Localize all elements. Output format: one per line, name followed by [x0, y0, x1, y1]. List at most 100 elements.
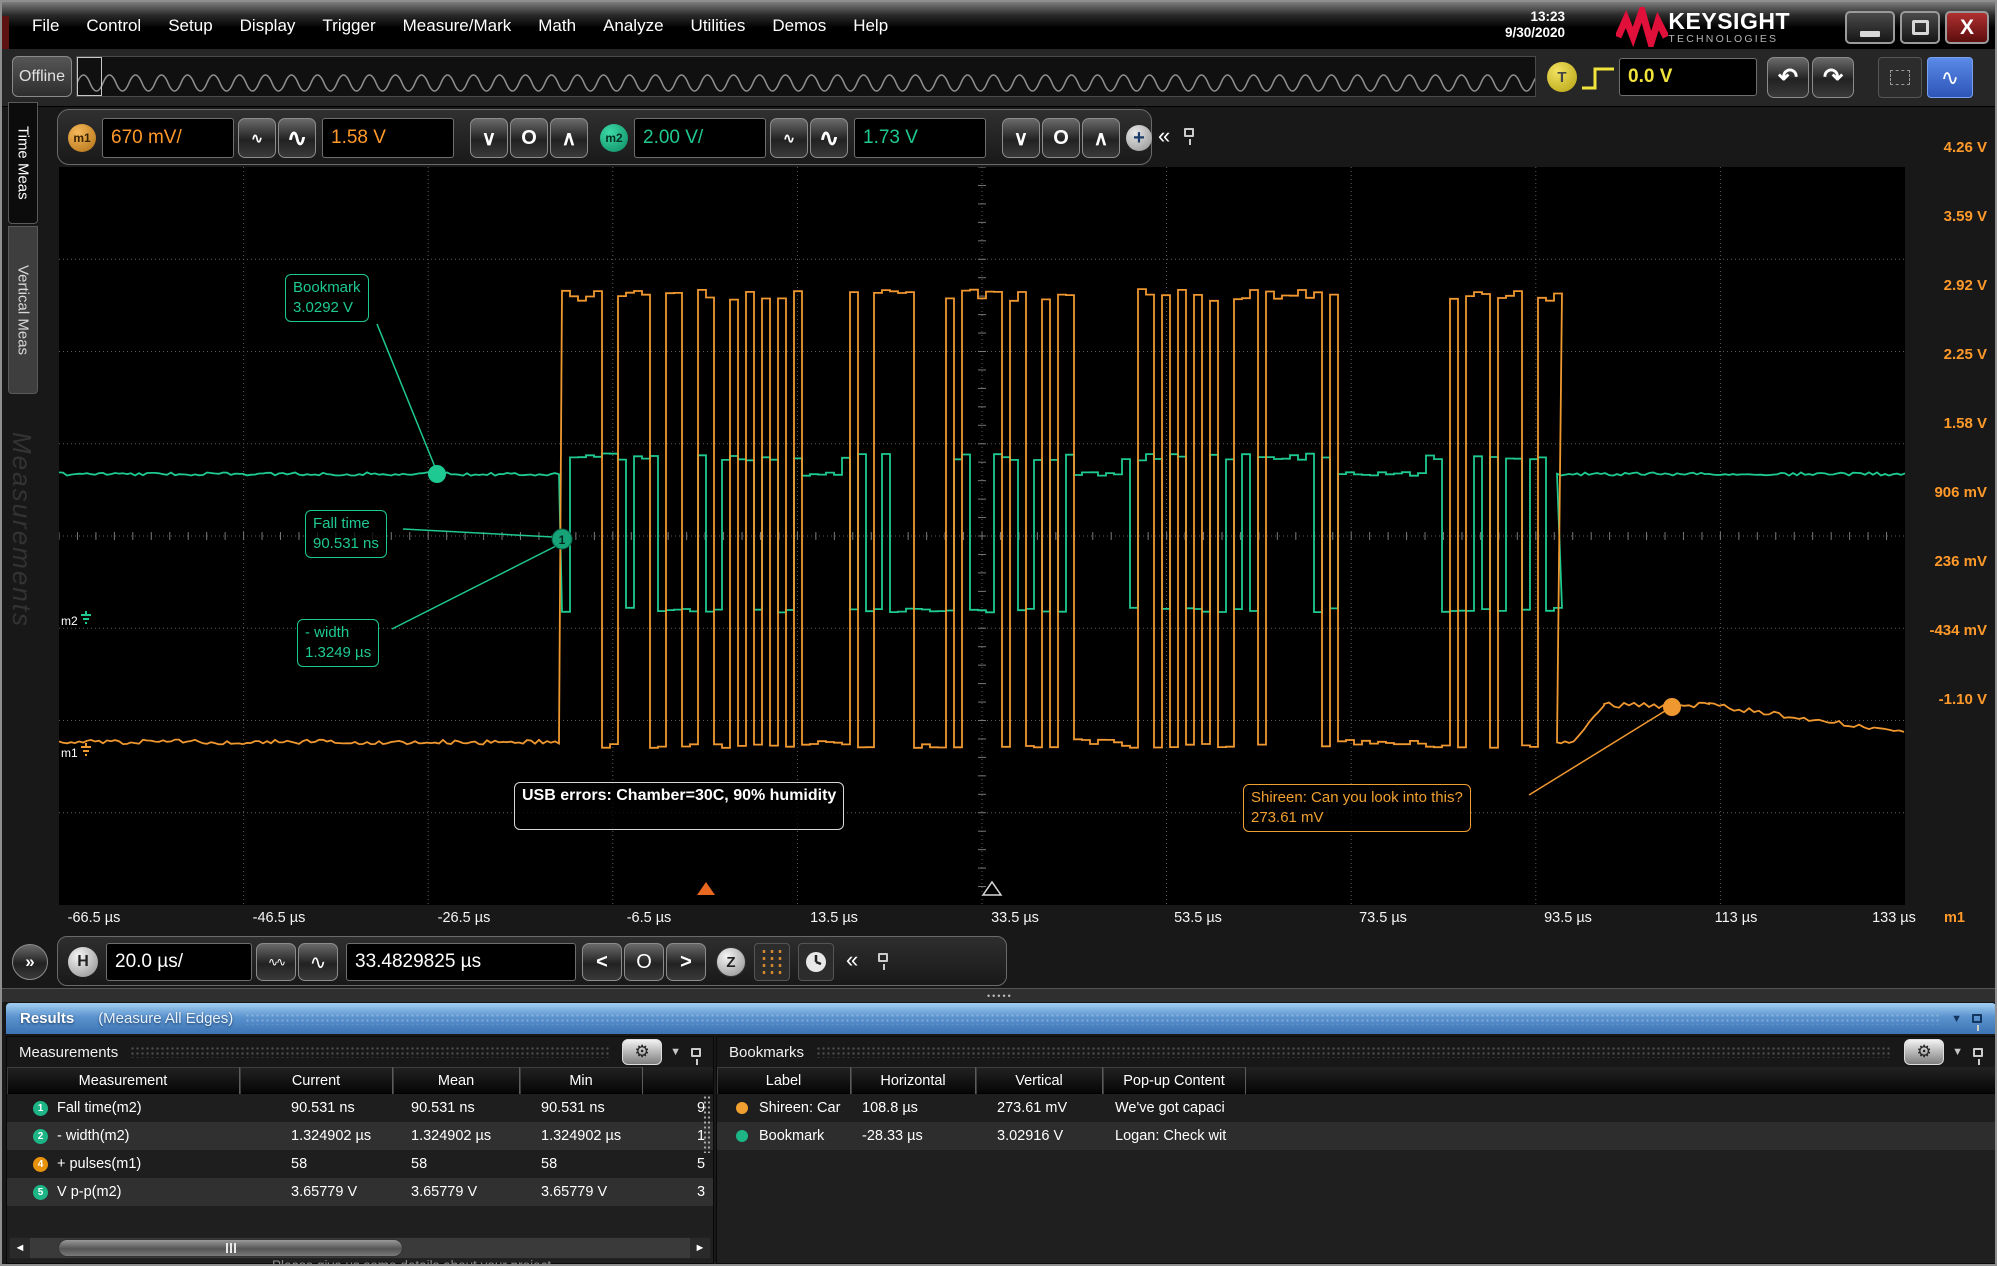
m2-scale-up-button[interactable]: ∿ — [810, 118, 848, 158]
m2-offset-up-button[interactable]: ∧ — [1082, 118, 1120, 158]
scroll-right-icon[interactable]: ► — [690, 1238, 710, 1258]
menu-setup[interactable]: Setup — [168, 16, 212, 36]
fall-time-annotation[interactable]: Fall time 90.531 ns — [305, 510, 387, 558]
rising-edge-icon[interactable] — [1581, 65, 1615, 91]
shireen-annotation[interactable]: Shireen: Can you look into this? 273.61 … — [1243, 784, 1471, 832]
acquire-time-button[interactable] — [798, 943, 834, 981]
offline-button[interactable]: Offline — [12, 56, 72, 97]
pan-left-button[interactable]: < — [582, 943, 622, 981]
add-channel-button[interactable]: + — [1126, 125, 1152, 151]
tab-time-meas[interactable]: Time Meas — [8, 102, 38, 224]
panel-splitter[interactable]: ••••• — [2, 988, 1995, 1002]
pin-icon[interactable] — [1972, 1014, 1982, 1023]
m2-scale-field[interactable]: 2.00 V/ — [634, 118, 766, 158]
column-header[interactable]: Min — [520, 1067, 643, 1094]
waveform-navigate-button[interactable]: ∿ — [1927, 57, 1973, 98]
pan-zero-button[interactable]: O — [624, 943, 664, 981]
measurement-name: V p-p(m2) — [57, 1178, 121, 1206]
close-button[interactable]: X — [1945, 11, 1989, 44]
timebase-scale-field[interactable]: 20.0 µs/ — [106, 943, 252, 981]
column-header[interactable]: Vertical — [976, 1067, 1103, 1094]
dropdown-icon[interactable]: ▼ — [1951, 1013, 1962, 1025]
trigger-time-marker — [983, 882, 1001, 895]
bookmark-color-dot — [736, 1094, 748, 1122]
expand-panel-button[interactable]: » — [12, 944, 48, 980]
m1-offset-up-button[interactable]: ∧ — [550, 118, 588, 158]
table-row[interactable]: 4+ pulses(m1)5858585 — [7, 1150, 713, 1178]
menu-math[interactable]: Math — [538, 16, 576, 36]
waveform-preview-strip[interactable] — [76, 56, 1536, 97]
column-header[interactable]: Mean — [393, 1067, 520, 1094]
scroll-left-icon[interactable]: ◄ — [10, 1238, 30, 1258]
maximize-button[interactable] — [1900, 11, 1940, 44]
timebase-compress-button[interactable]: ∿∿ — [256, 943, 296, 981]
m1-scale-down-button[interactable]: ∿ — [238, 118, 276, 158]
collapse-icon[interactable]: « — [846, 947, 858, 973]
bookmarks-panel-header[interactable]: Bookmarks ⚙ ▼ — [717, 1037, 1995, 1067]
results-header[interactable]: Results (Measure All Edges) ▼ — [6, 1003, 1996, 1034]
column-header[interactable]: Pop-up Content — [1103, 1067, 1246, 1094]
m2-offset-field[interactable]: 1.73 V — [854, 118, 986, 158]
m2-offset-down-button[interactable]: ∨ — [1002, 118, 1040, 158]
table-row[interactable]: 2- width(m2)1.324902 µs1.324902 µs1.3249… — [7, 1122, 713, 1150]
pin-icon[interactable] — [1184, 128, 1194, 137]
neg-width-annotation[interactable]: - width 1.3249 µs — [297, 619, 379, 667]
dropdown-icon[interactable]: ▼ — [670, 1046, 681, 1058]
measurements-scrollbar[interactable]: ◄ ► — [9, 1237, 711, 1259]
settings-button[interactable]: ⚙ — [622, 1039, 662, 1065]
m1-scale-up-button[interactable]: ∿ — [278, 118, 316, 158]
menu-measure-mark[interactable]: Measure/Mark — [403, 16, 512, 36]
region-select-button[interactable] — [1878, 57, 1922, 98]
m1-offset-zero-button[interactable]: O — [510, 118, 548, 158]
undo-button[interactable]: ↶ — [1767, 57, 1809, 98]
table-row[interactable]: 5V p-p(m2)3.65779 V3.65779 V3.65779 V3 — [7, 1178, 713, 1206]
panel-drag-handle[interactable] — [703, 1095, 711, 1153]
m1-scale-field[interactable]: 670 mV/ — [102, 118, 234, 158]
scrollbar-thumb[interactable] — [58, 1239, 403, 1257]
trigger-level-field[interactable]: 0.0 V — [1619, 58, 1757, 96]
table-row[interactable]: Shireen: Car108.8 µs273.61 mVWe've got c… — [717, 1094, 1995, 1122]
dropdown-icon[interactable]: ▼ — [1952, 1046, 1963, 1058]
h-badge[interactable]: H — [68, 947, 98, 977]
trigger-badge[interactable]: T — [1547, 62, 1577, 92]
timebase-expand-button[interactable]: ∿ — [298, 943, 338, 981]
m2-offset-zero-button[interactable]: O — [1042, 118, 1080, 158]
pin-icon[interactable] — [1973, 1048, 1983, 1057]
zoom-button[interactable]: Z — [716, 947, 746, 977]
collapse-icon[interactable]: « — [1158, 123, 1170, 149]
menu-trigger[interactable]: Trigger — [322, 16, 375, 36]
minimize-button[interactable] — [1845, 11, 1895, 44]
m2-badge[interactable]: m2 — [600, 124, 628, 152]
table-row[interactable]: 1Fall time(m2)90.531 ns90.531 ns90.531 n… — [7, 1094, 713, 1122]
pin-icon[interactable] — [878, 953, 888, 962]
pan-right-button[interactable]: > — [666, 943, 706, 981]
waveform-strip-selection[interactable] — [77, 57, 102, 96]
bookmark-annotation[interactable]: Bookmark 3.0292 V — [285, 274, 369, 322]
m1-offset-field[interactable]: 1.58 V — [322, 118, 454, 158]
menu-control[interactable]: Control — [86, 16, 141, 36]
menu-help[interactable]: Help — [853, 16, 888, 36]
chevron-down-icon: ∨ — [482, 126, 497, 151]
menu-analyze[interactable]: Analyze — [603, 16, 663, 36]
column-header[interactable]: Measurement — [7, 1067, 240, 1094]
column-header[interactable]: Label — [717, 1067, 851, 1094]
measurements-panel-header[interactable]: Measurements ⚙ ▼ — [7, 1037, 713, 1067]
table-row[interactable]: Bookmark-28.33 µs3.02916 VLogan: Check w… — [717, 1122, 1995, 1150]
tab-vertical-meas[interactable]: Vertical Meas — [8, 226, 38, 394]
column-header[interactable]: Current — [240, 1067, 393, 1094]
scope-display[interactable]: 1m2m1 Bookmark 3.0292 V Fall time 90.531… — [59, 167, 1905, 905]
m1-badge[interactable]: m1 — [68, 124, 96, 152]
column-header[interactable]: Horizontal — [851, 1067, 976, 1094]
search-markers-button[interactable] — [754, 943, 790, 981]
redo-button[interactable]: ↷ — [1812, 57, 1854, 98]
m2-scale-down-button[interactable]: ∿ — [770, 118, 808, 158]
settings-button[interactable]: ⚙ — [1904, 1039, 1944, 1065]
timebase-position-field[interactable]: 33.4829825 µs — [346, 943, 576, 981]
menu-demos[interactable]: Demos — [772, 16, 826, 36]
menu-display[interactable]: Display — [240, 16, 296, 36]
pin-icon[interactable] — [691, 1048, 701, 1057]
menu-utilities[interactable]: Utilities — [691, 16, 746, 36]
m1-offset-down-button[interactable]: ∨ — [470, 118, 508, 158]
usb-note-annotation[interactable]: USB errors: Chamber=30C, 90% humidity — [514, 782, 844, 830]
menu-file[interactable]: File — [32, 16, 59, 36]
